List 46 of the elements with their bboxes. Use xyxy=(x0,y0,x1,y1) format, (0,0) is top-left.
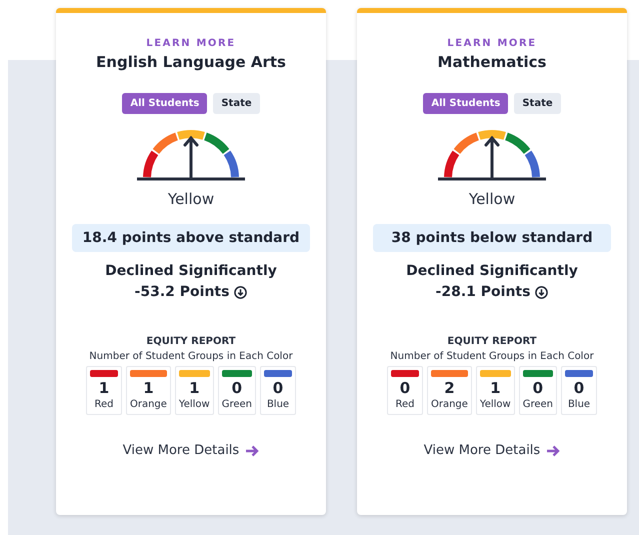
group-count: 0 xyxy=(574,379,584,397)
view-details-link[interactable]: View More Details xyxy=(424,443,560,458)
down-arrow-circle-icon xyxy=(535,286,548,298)
arrow-right-icon xyxy=(546,444,560,456)
learn-more-link[interactable]: LEARN MORE xyxy=(146,38,236,49)
group-count: 1 xyxy=(490,379,501,397)
equity-report-title: EQUITY REPORT xyxy=(447,336,537,347)
change-status: Declined Significantly xyxy=(105,263,277,279)
group-label: Orange xyxy=(430,399,468,410)
group-label: Green xyxy=(522,399,554,410)
view-details-link[interactable]: View More Details xyxy=(122,443,260,458)
group-count: 0 xyxy=(272,379,284,397)
filter-toggle[interactable]: State xyxy=(514,93,561,114)
distance-from-standard: 18.4 points above standard xyxy=(72,224,310,252)
learn-more-link[interactable]: LEARN MORE xyxy=(447,38,537,49)
filter-toggle[interactable]: All Students xyxy=(423,93,508,114)
group-label: Yellow xyxy=(480,399,511,410)
subject-title: English Language Arts xyxy=(96,53,286,71)
distance-from-standard: 38 points below standard xyxy=(373,224,611,252)
equity-report-subtitle: Number of Student Groups in Each Color xyxy=(390,351,594,362)
arrow-right-icon xyxy=(245,444,260,456)
equity-report-subtitle: Number of Student Groups in Each Color xyxy=(89,351,293,362)
group-count: 0 xyxy=(232,379,242,397)
change-status: Declined Significantly xyxy=(406,263,578,279)
down-arrow-circle-icon xyxy=(234,286,248,298)
filter-toggle[interactable]: State xyxy=(213,93,260,114)
group-label: Red xyxy=(395,399,414,410)
group-count: 0 xyxy=(400,379,410,397)
rating-label: Yellow xyxy=(468,190,516,208)
change-points: -28.1 Points xyxy=(436,284,530,300)
group-label: Blue xyxy=(266,399,290,410)
rating-label: Yellow xyxy=(168,190,214,208)
change-points: -53.2 Points xyxy=(134,284,230,300)
group-count: 2 xyxy=(444,379,455,397)
group-count: 1 xyxy=(143,379,154,397)
group-label: Red xyxy=(94,399,114,410)
group-label: Orange xyxy=(130,399,167,410)
group-label: Blue xyxy=(568,399,590,410)
group-count: 1 xyxy=(189,379,200,397)
subject-title: Mathematics xyxy=(438,53,546,71)
equity-report-title: EQUITY REPORT xyxy=(146,336,236,347)
group-label: Yellow xyxy=(178,399,210,410)
group-label: Green xyxy=(222,399,252,410)
group-count: 1 xyxy=(98,379,110,397)
filter-toggle[interactable]: All Students xyxy=(122,93,208,114)
group-count: 0 xyxy=(532,379,544,397)
